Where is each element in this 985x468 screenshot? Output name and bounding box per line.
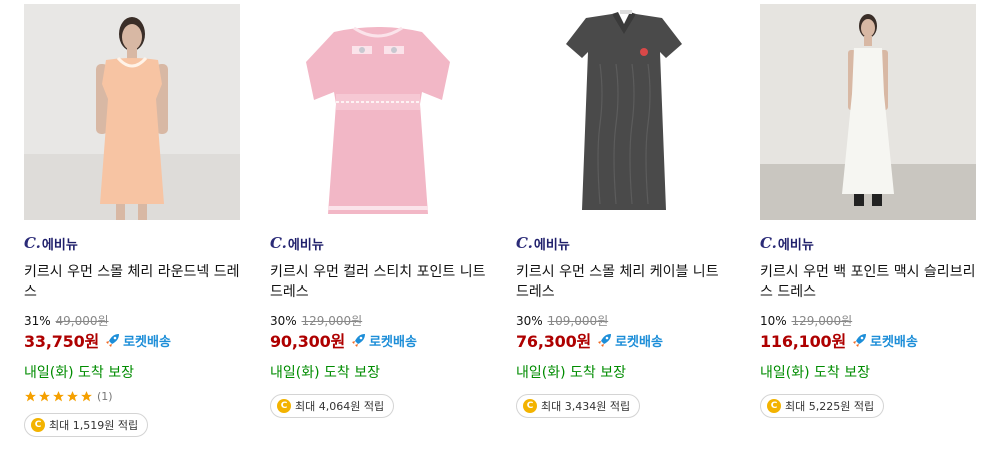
rocket-delivery-label: 로켓배송	[369, 334, 417, 350]
brand-name: 에비뉴	[777, 237, 814, 253]
arrival-guarantee: 내일(화) 도착 보장	[516, 365, 626, 381]
discount-rate: 31%	[24, 314, 51, 328]
brand-label: C. 에비뉴	[516, 234, 732, 253]
coin-icon: C	[31, 418, 45, 432]
sale-price: 33,750원	[24, 332, 100, 351]
rocket-delivery-label: 로켓배송	[870, 334, 918, 350]
rocket-icon	[598, 334, 612, 347]
product-name[interactable]: 키르시 우먼 컬러 스티치 포인트 니트 드레스	[270, 262, 486, 302]
product-name[interactable]: 키르시 우먼 백 포인트 맥시 슬리브리스 드레스	[760, 262, 976, 302]
sale-price: 76,300원	[516, 332, 592, 351]
brand-name: 에비뉴	[41, 237, 78, 253]
product-name[interactable]: 키르시 우먼 스몰 체리 라운드넥 드레스	[24, 262, 240, 302]
reward-badge: C 최대 5,225원 적립	[760, 394, 885, 418]
rocket-delivery-badge: 로켓배송	[852, 331, 918, 350]
review-count: (1)	[97, 389, 113, 403]
star-icon	[67, 390, 78, 401]
product-image[interactable]	[760, 4, 976, 220]
rocket-delivery-label: 로켓배송	[123, 334, 171, 350]
star-icon	[53, 390, 64, 401]
sale-price: 116,100원	[760, 332, 846, 351]
reward-badge: C 최대 3,434원 적립	[516, 394, 641, 418]
price-row: 33,750원 로켓배송	[24, 329, 240, 351]
rocket-delivery-badge: 로켓배송	[351, 331, 417, 350]
brand-label: C. 에비뉴	[24, 234, 240, 253]
product-card[interactable]: C. 에비뉴 키르시 우먼 스몰 체리 케이블 니트 드레스 30% 109,0…	[516, 4, 732, 418]
brand-name: 에비뉴	[287, 237, 324, 253]
discount-line: 10% 129,000원	[760, 312, 976, 328]
product-image[interactable]	[516, 4, 732, 220]
discount-line: 30% 129,000원	[270, 312, 486, 328]
coin-icon: C	[523, 399, 537, 413]
brand-mark: C.	[24, 234, 41, 252]
brand-label: C. 에비뉴	[270, 234, 486, 253]
product-card[interactable]: C. 에비뉴 키르시 우먼 컬러 스티치 포인트 니트 드레스 30% 129,…	[270, 4, 486, 418]
original-price: 49,000원	[55, 314, 109, 328]
star-icon	[25, 390, 36, 401]
discount-line: 30% 109,000원	[516, 312, 732, 328]
reward-text: 최대 1,519원 적립	[49, 419, 139, 432]
discount-rate: 30%	[270, 314, 297, 328]
rocket-delivery-label: 로켓배송	[615, 334, 663, 350]
price-row: 116,100원 로켓배송	[760, 329, 976, 351]
original-price: 109,000원	[547, 314, 609, 328]
sale-price: 90,300원	[270, 332, 346, 351]
product-card[interactable]: C. 에비뉴 키르시 우먼 백 포인트 맥시 슬리브리스 드레스 10% 129…	[760, 4, 976, 418]
brand-name: 에비뉴	[533, 237, 570, 253]
discount-rate: 10%	[760, 314, 787, 328]
rocket-delivery-badge: 로켓배송	[597, 331, 663, 350]
price-row: 90,300원 로켓배송	[270, 329, 486, 351]
brand-mark: C.	[760, 234, 777, 252]
product-image[interactable]	[24, 4, 240, 220]
rocket-delivery-badge: 로켓배송	[105, 331, 171, 350]
discount-rate: 30%	[516, 314, 543, 328]
reward-text: 최대 3,434원 적립	[541, 400, 631, 413]
brand-label: C. 에비뉴	[760, 234, 976, 253]
discount-line: 31% 49,000원	[24, 312, 240, 328]
brand-mark: C.	[516, 234, 533, 252]
reward-text: 최대 5,225원 적립	[785, 400, 875, 413]
reward-badge: C 최대 4,064원 적립	[270, 394, 395, 418]
rating: (1)	[24, 388, 240, 404]
rocket-icon	[106, 334, 120, 347]
price-row: 76,300원 로켓배송	[516, 329, 732, 351]
brand-mark: C.	[270, 234, 287, 252]
original-price: 129,000원	[301, 314, 363, 328]
original-price: 129,000원	[791, 314, 853, 328]
product-image[interactable]	[270, 4, 486, 220]
arrival-guarantee: 내일(화) 도착 보장	[270, 365, 380, 381]
coin-icon: C	[767, 399, 781, 413]
star-icon	[81, 390, 92, 401]
rocket-icon	[853, 334, 866, 347]
reward-text: 최대 4,064원 적립	[295, 400, 385, 413]
arrival-guarantee: 내일(화) 도착 보장	[24, 365, 134, 381]
product-name[interactable]: 키르시 우먼 스몰 체리 케이블 니트 드레스	[516, 262, 732, 302]
arrival-guarantee: 내일(화) 도착 보장	[760, 365, 870, 381]
coin-icon: C	[277, 399, 291, 413]
rocket-icon	[352, 334, 366, 347]
star-icon	[39, 390, 50, 401]
reward-badge: C 최대 1,519원 적립	[24, 413, 149, 437]
product-card[interactable]: C. 에비뉴 키르시 우먼 스몰 체리 라운드넥 드레스 31% 49,000원…	[24, 4, 240, 437]
product-grid: C. 에비뉴 키르시 우먼 스몰 체리 라운드넥 드레스 31% 49,000원…	[0, 0, 985, 468]
